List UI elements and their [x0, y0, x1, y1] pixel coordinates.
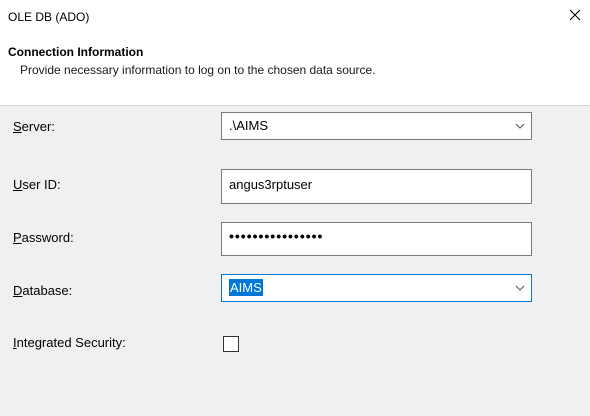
- close-button[interactable]: [560, 0, 590, 30]
- chevron-down-icon[interactable]: [515, 121, 525, 131]
- window-title: OLE DB (ADO): [8, 10, 90, 24]
- close-icon: [569, 9, 581, 21]
- title-bar: OLE DB (ADO): [0, 0, 590, 36]
- server-value: .\AIMS: [229, 118, 269, 133]
- header-panel: Connection Information Provide necessary…: [0, 36, 590, 106]
- server-label: Server:: [13, 119, 55, 134]
- user-id-label: User ID:: [13, 177, 61, 192]
- chevron-down-icon[interactable]: [515, 283, 525, 293]
- integrated-security-checkbox[interactable]: [223, 336, 239, 352]
- user-id-input[interactable]: angus3rptuser: [221, 169, 532, 204]
- password-input[interactable]: ••••••••••••••••: [221, 222, 532, 256]
- database-combobox[interactable]: AIMS: [221, 274, 532, 302]
- user-id-value: angus3rptuser: [229, 177, 313, 192]
- header-title: Connection Information: [8, 45, 144, 59]
- integrated-security-label: Integrated Security:: [13, 335, 126, 350]
- server-combobox[interactable]: .\AIMS: [221, 112, 532, 140]
- header-subtitle: Provide necessary information to log on …: [20, 63, 376, 77]
- form-panel: Server: .\AIMS User ID: angus3rptuser Pa…: [0, 106, 590, 416]
- database-value: AIMS: [229, 279, 263, 296]
- database-label: Database:: [13, 283, 73, 298]
- password-value: ••••••••••••••••: [229, 228, 324, 244]
- password-label: Password:: [13, 230, 74, 245]
- ole-db-dialog: OLE DB (ADO) Connection Information Prov…: [0, 0, 590, 416]
